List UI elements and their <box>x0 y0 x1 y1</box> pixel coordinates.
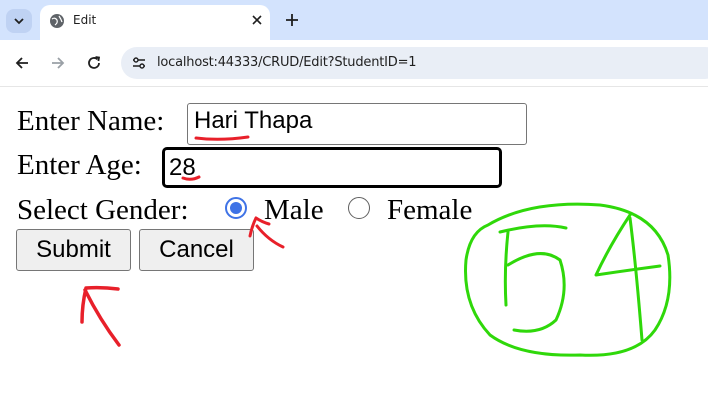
gender-label: Select Gender: <box>17 194 189 226</box>
close-tab-button[interactable] <box>249 12 265 28</box>
radio-male-label[interactable]: Male <box>264 194 324 227</box>
tab-title: Edit <box>73 13 97 27</box>
name-input[interactable]: Hari Thapa <box>187 103 527 145</box>
plus-icon <box>286 14 298 26</box>
age-label: Enter Age: <box>17 149 142 181</box>
close-icon <box>252 15 262 25</box>
reload-button[interactable] <box>84 53 104 73</box>
address-bar[interactable]: localhost:44333/CRUD/Edit?StudentID=1 <box>121 47 708 79</box>
chevron-down-icon <box>14 18 24 25</box>
tab-strip: Edit <box>0 0 708 40</box>
reload-icon <box>88 56 101 69</box>
globe-icon <box>50 14 64 28</box>
arrow-left-icon <box>15 57 28 69</box>
browser-toolbar: localhost:44333/CRUD/Edit?StudentID=1 <box>0 40 708 87</box>
radio-male-dot <box>230 202 242 214</box>
radio-female[interactable] <box>348 197 370 219</box>
radio-male[interactable] <box>225 197 247 219</box>
age-input[interactable]: 28 <box>162 147 502 188</box>
submit-button[interactable]: Submit <box>16 229 131 271</box>
edit-student-form: Enter Name: Hari Thapa Enter Age: 28 Sel… <box>0 87 708 411</box>
new-tab-button[interactable] <box>283 11 301 29</box>
back-button[interactable] <box>12 53 32 73</box>
browser-tab[interactable]: Edit <box>40 5 270 40</box>
site-info-button[interactable] <box>127 51 151 75</box>
radio-female-label[interactable]: Female <box>387 194 472 227</box>
tab-search-button[interactable] <box>6 9 32 33</box>
url-text: localhost:44333/CRUD/Edit?StudentID=1 <box>157 55 417 70</box>
forward-button[interactable] <box>48 53 68 73</box>
name-label: Enter Name: <box>17 105 165 137</box>
arrow-right-icon <box>52 57 65 69</box>
tune-icon <box>133 57 145 69</box>
cancel-button[interactable]: Cancel <box>139 229 254 271</box>
